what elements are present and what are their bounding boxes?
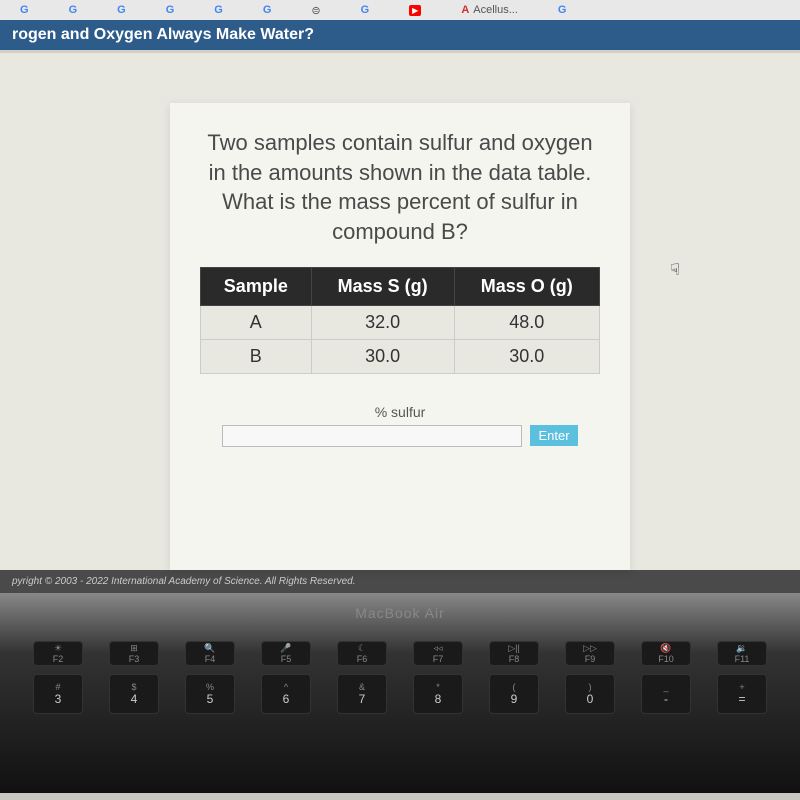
google-icon: G [361, 4, 370, 16]
tab-label: Acellus... [473, 4, 518, 16]
key-5[interactable]: %5 [185, 674, 235, 714]
laptop-label: MacBook Air [0, 593, 800, 621]
key-f4[interactable]: 🔍F4 [185, 641, 235, 666]
copyright-text: pyright © 2003 - 2022 International Acad… [12, 576, 355, 587]
google-icon: G [263, 4, 272, 16]
table-header-sample: Sample [201, 267, 312, 305]
key-4[interactable]: $4 [109, 674, 159, 714]
cell-sample: A [201, 305, 312, 339]
table-row: B 30.0 30.0 [201, 339, 600, 373]
tab-item[interactable]: ⊜ [311, 4, 320, 17]
google-icon: G [69, 4, 78, 16]
question-card: Two samples contain sulfur and oxygen in… [170, 103, 630, 570]
key-f8[interactable]: ▷||F8 [489, 641, 539, 666]
key-7[interactable]: &7 [337, 674, 387, 714]
key-8[interactable]: *8 [413, 674, 463, 714]
copyright-bar: pyright © 2003 - 2022 International Acad… [0, 570, 800, 593]
laptop-bezel: MacBook Air ☀F2 ⊞F3 🔍F4 🎤F5 ☾F6 ◃◃F7 ▷||… [0, 593, 800, 793]
cursor-icon: ☟ [670, 260, 680, 280]
key-0[interactable]: )0 [565, 674, 615, 714]
tab-item[interactable]: A Acellus... [461, 4, 518, 16]
content-area: Two samples contain sulfur and oxygen in… [0, 50, 800, 570]
tab-item[interactable]: G [166, 4, 175, 16]
answer-label: % sulfur [200, 404, 600, 420]
tab-item[interactable]: G [20, 4, 29, 16]
key-3[interactable]: #3 [33, 674, 83, 714]
key-minus[interactable]: _- [641, 674, 691, 714]
cell-mass-o: 48.0 [454, 305, 599, 339]
cell-sample: B [201, 339, 312, 373]
data-table: Sample Mass S (g) Mass O (g) A 32.0 48.0… [200, 267, 600, 374]
answer-input[interactable] [222, 425, 522, 447]
tab-item[interactable]: ▶ [409, 5, 421, 16]
key-f7[interactable]: ◃◃F7 [413, 641, 463, 666]
acellus-icon: A [461, 4, 469, 16]
google-icon: G [117, 4, 126, 16]
google-icon: G [558, 4, 567, 16]
tab-item[interactable]: G [69, 4, 78, 16]
key-f5[interactable]: 🎤F5 [261, 641, 311, 666]
answer-section: % sulfur Enter [200, 404, 600, 447]
cell-mass-s: 30.0 [311, 339, 454, 373]
lesson-title: rogen and Oxygen Always Make Water? [12, 26, 314, 43]
table-row: A 32.0 48.0 [201, 305, 600, 339]
keyboard: ☀F2 ⊞F3 🔍F4 🎤F5 ☾F6 ◃◃F7 ▷||F8 ▷▷F9 🔇F10… [0, 621, 800, 734]
google-icon: G [166, 4, 175, 16]
table-header-mass-o: Mass O (g) [454, 267, 599, 305]
menu-icon: ⊜ [311, 4, 320, 17]
cell-mass-s: 32.0 [311, 305, 454, 339]
key-f2[interactable]: ☀F2 [33, 641, 83, 666]
key-f10[interactable]: 🔇F10 [641, 641, 691, 666]
browser-tabs: G G G G G G ⊜ G ▶ A Acellus... G [0, 0, 800, 20]
tab-item[interactable]: G [558, 4, 567, 16]
function-key-row: ☀F2 ⊞F3 🔍F4 🎤F5 ☾F6 ◃◃F7 ▷||F8 ▷▷F9 🔇F10… [30, 641, 770, 666]
tab-item[interactable]: G [361, 4, 370, 16]
answer-row: Enter [200, 425, 600, 447]
key-f3[interactable]: ⊞F3 [109, 641, 159, 666]
question-text: Two samples contain sulfur and oxygen in… [200, 128, 600, 247]
youtube-icon: ▶ [409, 5, 421, 16]
cell-mass-o: 30.0 [454, 339, 599, 373]
key-9[interactable]: (9 [489, 674, 539, 714]
tab-item[interactable]: G [214, 4, 223, 16]
lesson-title-bar: rogen and Oxygen Always Make Water? [0, 20, 800, 50]
google-icon: G [20, 4, 29, 16]
table-header-mass-s: Mass S (g) [311, 267, 454, 305]
key-equals[interactable]: += [717, 674, 767, 714]
key-6[interactable]: ^6 [261, 674, 311, 714]
tab-item[interactable]: G [263, 4, 272, 16]
key-f9[interactable]: ▷▷F9 [565, 641, 615, 666]
number-key-row: #3 $4 %5 ^6 &7 *8 (9 )0 _- += [30, 674, 770, 714]
key-f6[interactable]: ☾F6 [337, 641, 387, 666]
enter-button[interactable]: Enter [530, 425, 577, 446]
key-f11[interactable]: 🔉F11 [717, 641, 767, 666]
tab-item[interactable]: G [117, 4, 126, 16]
google-icon: G [214, 4, 223, 16]
